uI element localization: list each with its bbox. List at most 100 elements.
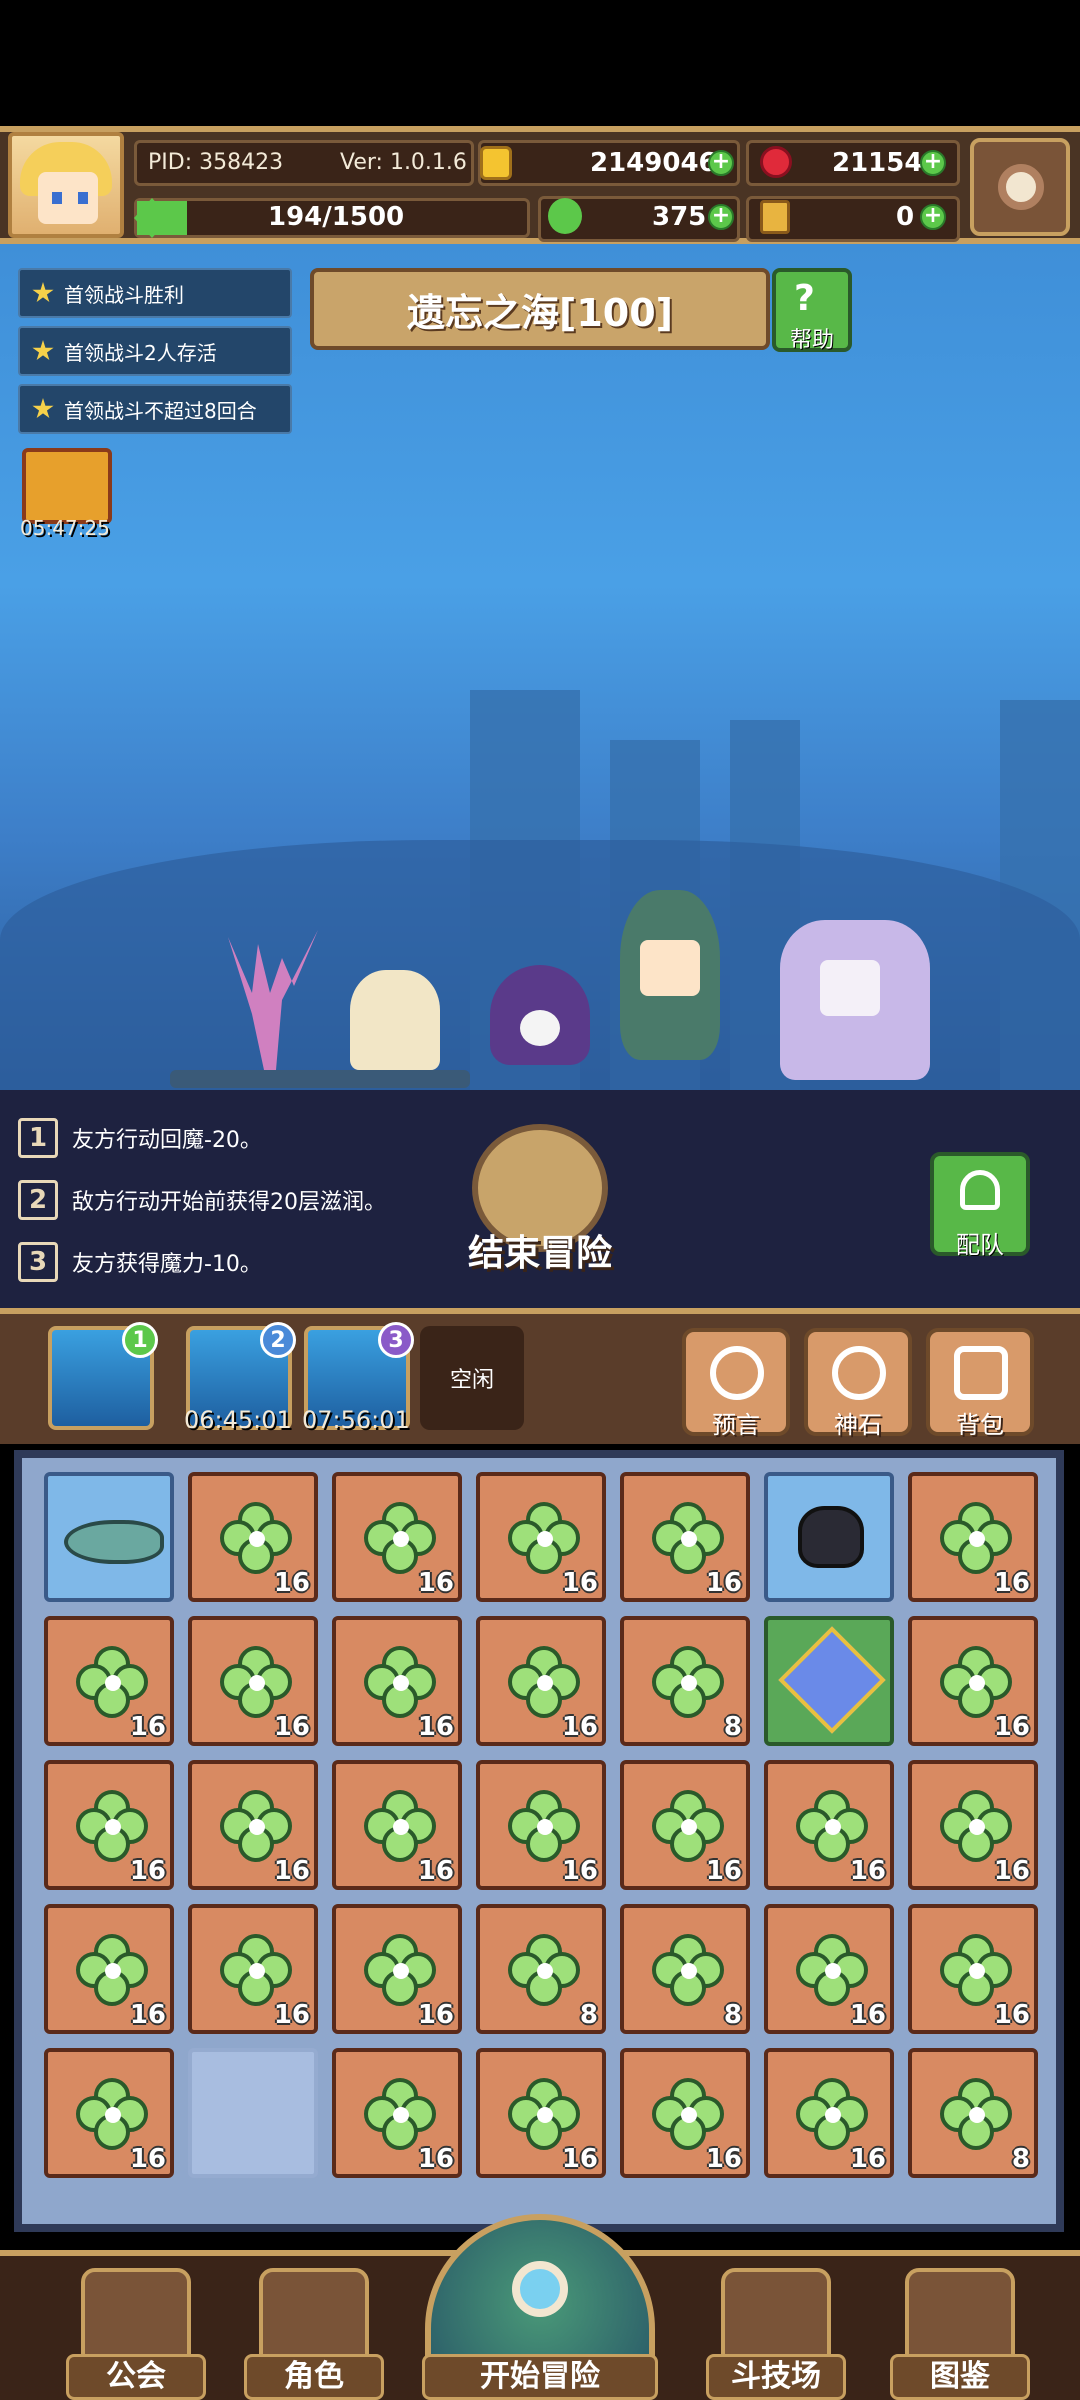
inventory-cell[interactable]: 16: [764, 1904, 894, 2034]
star-icon: [32, 282, 54, 303]
idle-slot[interactable]: 空闲: [420, 1326, 524, 1430]
team-button[interactable]: 配队: [930, 1152, 1030, 1259]
inventory-cell[interactable]: 16: [332, 1760, 462, 1890]
effect-line: 1 友方行动回魔-20。: [18, 1118, 262, 1158]
nav-label: 公会: [66, 2354, 206, 2400]
expedition-slot-1[interactable]: 1: [48, 1322, 158, 1430]
inventory-cell[interactable]: 16: [476, 1616, 606, 1746]
inventory-cell[interactable]: 16: [620, 2048, 750, 2178]
clover-icon: [76, 2078, 150, 2152]
nav-label: 开始冒险: [422, 2354, 658, 2400]
clover-icon: [652, 1646, 726, 1720]
clover-icon: [364, 1502, 438, 1576]
item-count: 8: [723, 2000, 742, 2030]
inventory-cell[interactable]: 16: [476, 1760, 606, 1890]
inventory-cell[interactable]: 16: [476, 1472, 606, 1602]
inventory-cell[interactable]: 16: [476, 2048, 606, 2178]
inventory-cell[interactable]: 8: [620, 1616, 750, 1746]
inventory-cell[interactable]: 16: [908, 1760, 1038, 1890]
item-count: 16: [705, 1856, 742, 1886]
inventory-cell[interactable]: 16: [188, 1472, 318, 1602]
inventory-cell[interactable]: 16: [332, 1616, 462, 1746]
settings-button[interactable]: [970, 138, 1070, 236]
cat-enemy[interactable]: [350, 970, 440, 1070]
item-count: 16: [705, 1568, 742, 1598]
clover-icon: [940, 1646, 1014, 1720]
clover-icon: [220, 1502, 294, 1576]
help-label: 帮助: [789, 328, 834, 353]
quest-item: 首领战斗2人存活: [18, 326, 292, 376]
add-key-icon[interactable]: +: [920, 204, 946, 230]
effect-text: 敌方行动开始前获得20层滋润。: [72, 1190, 386, 1215]
inventory-cell[interactable]: 16: [332, 1472, 462, 1602]
item-count: 16: [561, 1712, 598, 1742]
nav-label: 斗技场: [706, 2354, 846, 2400]
item-count: 8: [723, 1712, 742, 1742]
gem-amount: 21154: [832, 148, 923, 178]
crossed-swords-icon: [721, 2268, 831, 2362]
item-count: 16: [561, 1568, 598, 1598]
inventory-cell[interactable]: 16: [332, 2048, 462, 2178]
end-adventure-button[interactable]: 结束冒险: [460, 1124, 620, 1284]
inventory-cell[interactable]: 16: [44, 1616, 174, 1746]
inventory-cell[interactable]: [764, 1616, 894, 1746]
add-gold-icon[interactable]: +: [708, 150, 734, 176]
avatar-eye: [78, 192, 88, 204]
nav-arena[interactable]: 斗技场: [686, 2268, 866, 2400]
slot-timer: 07:56:01: [302, 1406, 410, 1434]
crystal-icon: [778, 1626, 886, 1734]
god-stone-button[interactable]: 神石: [804, 1328, 912, 1439]
inventory-cell[interactable]: 16: [44, 2048, 174, 2178]
item-count: 16: [273, 1712, 310, 1742]
clover-icon: [76, 1934, 150, 2008]
inventory-cell[interactable]: 16: [620, 1760, 750, 1890]
inventory-cell[interactable]: 16: [908, 1616, 1038, 1746]
version-text: Ver: 1.0.1.6: [340, 150, 467, 175]
backpack-button[interactable]: 背包: [926, 1328, 1034, 1439]
add-clover-icon[interactable]: +: [708, 204, 734, 230]
inventory-cell[interactable]: 16: [188, 1904, 318, 2034]
star-icon: [32, 340, 54, 361]
clover-icon: [220, 1790, 294, 1864]
team-label: 配队: [956, 1231, 1004, 1259]
effect-number: 3: [18, 1242, 58, 1282]
gift-timer: 05:47:25: [20, 516, 110, 540]
inventory-cell[interactable]: 8: [908, 2048, 1038, 2178]
inventory-cell[interactable]: [188, 2048, 318, 2178]
clover-icon: [508, 1934, 582, 2008]
gift-box-icon[interactable]: [22, 448, 112, 524]
inventory-cell[interactable]: 16: [44, 1904, 174, 2034]
end-adventure-label: 结束冒险: [467, 1233, 612, 1274]
help-button[interactable]: ? 帮助: [772, 268, 852, 353]
item-count: 16: [849, 2000, 886, 2030]
nav-guild[interactable]: 公会: [46, 2268, 226, 2400]
slot-toolbar: [0, 1308, 1080, 1444]
inventory-cell[interactable]: 8: [476, 1904, 606, 2034]
inventory-cell[interactable]: 16: [188, 1616, 318, 1746]
clover-icon: [364, 1790, 438, 1864]
item-count: 16: [417, 2000, 454, 2030]
nav-codex[interactable]: 图鉴: [870, 2268, 1050, 2400]
inventory-cell[interactable]: 16: [44, 1760, 174, 1890]
clover-icon: [364, 1934, 438, 2008]
inventory-cell[interactable]: 16: [908, 1904, 1038, 2034]
inventory-cell[interactable]: 16: [908, 1472, 1038, 1602]
inventory-cell[interactable]: 16: [188, 1760, 318, 1890]
item-count: 16: [705, 2144, 742, 2174]
magnifier-map-icon: [425, 2214, 655, 2364]
add-gem-icon[interactable]: +: [920, 150, 946, 176]
inventory-cell[interactable]: 16: [620, 1472, 750, 1602]
hero-face: [820, 960, 880, 1016]
nav-start-adventure[interactable]: 开始冒险: [406, 2214, 674, 2400]
inventory-cell[interactable]: 16: [764, 2048, 894, 2178]
inventory-cell[interactable]: 8: [620, 1904, 750, 2034]
nav-character[interactable]: 角色: [224, 2268, 404, 2400]
inventory-cell[interactable]: 16: [332, 1904, 462, 2034]
clover-icon: [796, 2078, 870, 2152]
quest-text: 首领战斗2人存活: [64, 340, 217, 365]
inventory-cell[interactable]: [764, 1472, 894, 1602]
inventory-cell[interactable]: [44, 1472, 174, 1602]
inventory-cell[interactable]: 16: [764, 1760, 894, 1890]
prophecy-button[interactable]: 预言: [682, 1328, 790, 1439]
player-avatar[interactable]: [8, 132, 124, 238]
